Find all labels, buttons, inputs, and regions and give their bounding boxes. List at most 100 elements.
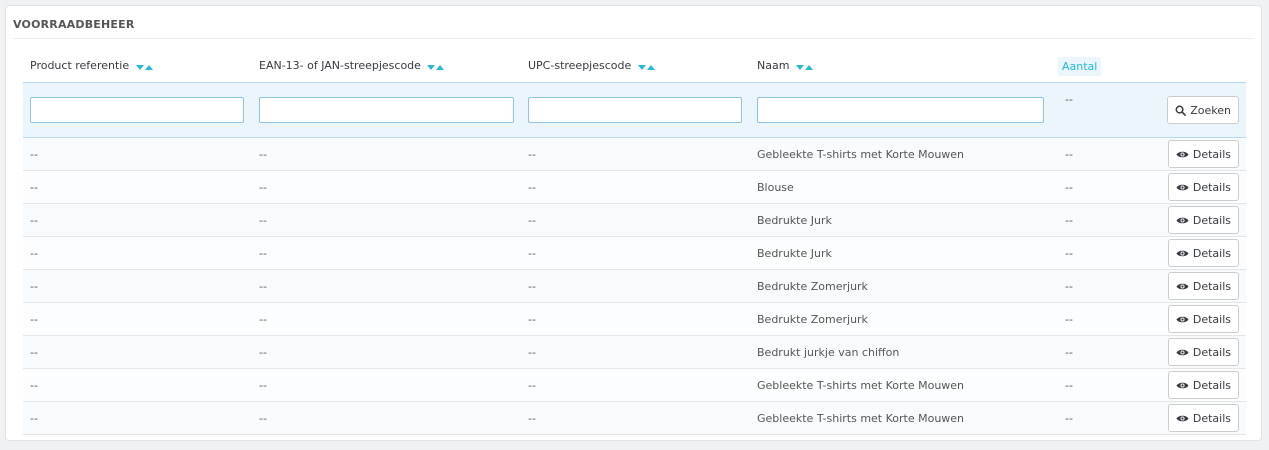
cell-actions: Details (1147, 170, 1246, 204)
cell-reference: -- (23, 335, 252, 369)
stock-management-panel: VOORRAADBEHEER Product referentie EAN-13… (5, 5, 1262, 441)
details-button-label: Details (1192, 345, 1231, 359)
details-button-label: Details (1192, 180, 1231, 194)
filter-quantity-placeholder: -- (1051, 82, 1147, 138)
column-header-upc: UPC-streepjescode (521, 50, 750, 83)
table-row: -- -- -- Blouse -- Details (23, 170, 1246, 204)
cell-quantity: -- (1051, 203, 1147, 237)
filter-row: -- Zoeken (23, 82, 1246, 138)
cell-quantity: -- (1051, 302, 1147, 336)
filter-ean13-input[interactable] (259, 97, 514, 123)
details-button[interactable]: Details (1167, 404, 1239, 432)
table-row: -- -- -- Bedrukte Jurk -- Details (23, 236, 1246, 270)
cell-actions: Details (1147, 137, 1246, 171)
cell-name: Gebleekte T-shirts met Korte Mouwen (750, 368, 1051, 402)
cell-actions: Details (1147, 302, 1246, 336)
cell-reference: -- (23, 203, 252, 237)
cell-reference: -- (23, 368, 252, 402)
column-header-name: Naam (750, 50, 1051, 83)
column-label: Aantal (1058, 56, 1102, 76)
table-row: -- -- -- Bedrukt jurkje van chiffon -- D… (23, 335, 1246, 369)
cell-name: Bedrukte Jurk (750, 203, 1051, 237)
cell-reference: -- (23, 236, 252, 270)
search-button[interactable]: Zoeken (1167, 96, 1239, 124)
cell-actions: Details (1147, 368, 1246, 402)
filter-upc-input[interactable] (528, 97, 742, 123)
cell-name: Gebleekte T-shirts met Korte Mouwen (750, 401, 1051, 435)
table-row: -- -- -- Gebleekte T-shirts met Korte Mo… (23, 368, 1246, 402)
column-header-actions (1147, 50, 1246, 83)
cell-actions: Details (1147, 236, 1246, 270)
cell-name: Blouse (750, 170, 1051, 204)
eye-icon (1176, 349, 1189, 355)
table-row: -- -- -- Bedrukte Jurk -- Details (23, 203, 1246, 237)
eye-icon (1176, 184, 1189, 190)
sort-controls (637, 60, 656, 73)
cell-reference: -- (23, 401, 252, 435)
cell-ean13: -- (252, 203, 521, 237)
details-button[interactable]: Details (1167, 239, 1239, 267)
caret-up-icon[interactable] (804, 64, 813, 70)
cell-upc: -- (521, 137, 750, 171)
sort-controls (135, 60, 154, 73)
table-row: -- -- -- Bedrukte Zomerjurk -- Details (23, 302, 1246, 336)
cell-ean13: -- (252, 302, 521, 336)
details-button[interactable]: Details (1167, 173, 1239, 201)
details-button-label: Details (1192, 213, 1231, 227)
sort-controls (795, 60, 814, 73)
details-button-label: Details (1192, 246, 1231, 260)
details-button[interactable]: Details (1167, 140, 1239, 168)
column-header-reference: Product referentie (23, 50, 252, 83)
table-row: -- -- -- Gebleekte T-shirts met Korte Mo… (23, 137, 1246, 171)
filter-reference-input[interactable] (30, 97, 244, 123)
column-label: Product referentie (30, 59, 130, 73)
cell-reference: -- (23, 170, 252, 204)
caret-down-icon[interactable] (135, 64, 144, 70)
cell-name: Bedrukte Jurk (750, 236, 1051, 270)
details-button[interactable]: Details (1167, 305, 1239, 333)
panel-title: VOORRAADBEHEER (13, 12, 1254, 39)
column-header-ean13: EAN-13- of JAN-streepjescode (252, 50, 521, 83)
cell-reference: -- (23, 137, 252, 171)
details-button[interactable]: Details (1167, 371, 1239, 399)
cell-upc: -- (521, 203, 750, 237)
eye-icon (1176, 217, 1189, 223)
eye-icon (1176, 316, 1189, 322)
cell-quantity: -- (1051, 368, 1147, 402)
cell-ean13: -- (252, 368, 521, 402)
details-button-label: Details (1192, 378, 1231, 392)
details-button-label: Details (1192, 279, 1231, 293)
details-button[interactable]: Details (1167, 272, 1239, 300)
cell-upc: -- (521, 302, 750, 336)
search-icon (1175, 105, 1187, 116)
cell-quantity: -- (1051, 137, 1147, 171)
table-body: -- -- -- Gebleekte T-shirts met Korte Mo… (23, 137, 1246, 435)
table-row: -- -- -- Gebleekte T-shirts met Korte Mo… (23, 401, 1246, 435)
details-button-label: Details (1192, 147, 1231, 161)
caret-up-icon[interactable] (436, 64, 445, 70)
cell-upc: -- (521, 335, 750, 369)
caret-down-icon[interactable] (427, 64, 436, 70)
cell-ean13: -- (252, 170, 521, 204)
cell-name: Bedrukte Zomerjurk (750, 269, 1051, 303)
caret-down-icon[interactable] (637, 64, 646, 70)
eye-icon (1176, 250, 1189, 256)
eye-icon (1176, 415, 1189, 421)
cell-upc: -- (521, 401, 750, 435)
caret-up-icon[interactable] (144, 64, 153, 70)
eye-icon (1176, 283, 1189, 289)
cell-ean13: -- (252, 137, 521, 171)
cell-ean13: -- (252, 401, 521, 435)
cell-ean13: -- (252, 335, 521, 369)
cell-upc: -- (521, 170, 750, 204)
search-button-label: Zoeken (1190, 103, 1231, 117)
caret-up-icon[interactable] (646, 64, 655, 70)
details-button[interactable]: Details (1167, 206, 1239, 234)
details-button-label: Details (1192, 411, 1231, 425)
details-button[interactable]: Details (1167, 338, 1239, 366)
caret-down-icon[interactable] (795, 64, 804, 70)
table-header-row: Product referentie EAN-13- of JAN-streep… (23, 50, 1246, 83)
sort-controls (427, 60, 445, 73)
filter-name-input[interactable] (757, 97, 1044, 123)
column-label: UPC-streepjescode (528, 59, 632, 73)
